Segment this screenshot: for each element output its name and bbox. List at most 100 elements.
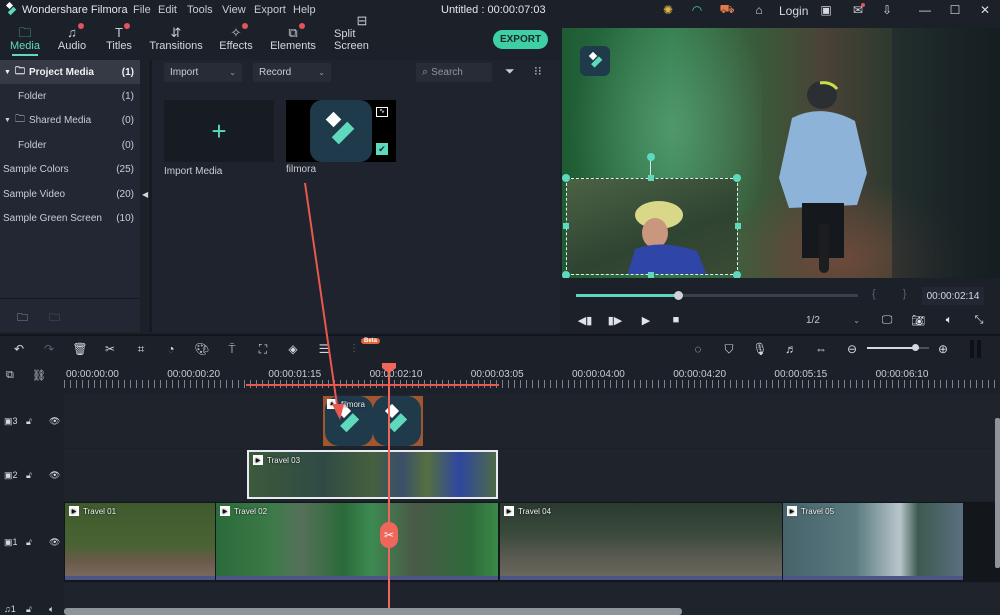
tab-audio[interactable]: ♫ Audio [56, 22, 88, 52]
mark-in-out-buttons[interactable]: { } [872, 288, 918, 300]
fit-timeline-icon[interactable]: ⇔ [812, 340, 830, 358]
sidebar-item-sample-colors[interactable]: Sample Colors (25) [0, 157, 140, 181]
link-icon[interactable]: ⛓ [32, 369, 46, 382]
save-icon[interactable]: ▣ [818, 2, 834, 18]
undo-icon[interactable]: ↶ [10, 340, 28, 358]
pip-overlay-selection[interactable] [566, 178, 738, 275]
maximize-button[interactable]: ☐ [947, 2, 963, 18]
playhead-line[interactable] [388, 372, 390, 615]
tab-media[interactable]: 🗀 Media [8, 22, 42, 56]
color-palette-icon[interactable]: 🎨︎ [193, 340, 211, 358]
marker-icon[interactable]: ⛉ [720, 340, 738, 358]
clip-travel-04[interactable]: ▶ Travel 04 [500, 503, 782, 580]
minimize-button[interactable]: — [917, 2, 933, 18]
clip-travel-05[interactable]: ▶ Travel 05 [783, 503, 963, 580]
tab-elements[interactable]: ⧉ Elements [270, 22, 316, 52]
tab-split-screen[interactable]: ⊟ Split Screen [334, 14, 390, 53]
snapshot-camera-icon[interactable]: 📷︎ [910, 312, 926, 328]
lock-icon[interactable]: 🔓︎ [26, 416, 32, 427]
gift-icon[interactable]: ⌂ [751, 2, 767, 18]
add-track-icon[interactable]: ⧉ [6, 369, 14, 382]
next-frame-button[interactable]: ▮▶ [607, 312, 623, 328]
lock-icon[interactable]: 🔓︎ [26, 537, 32, 548]
sidebar-item-sample-green-screen[interactable]: Sample Green Screen (10) [0, 206, 140, 230]
sidebar-item-shared-media[interactable]: ▼ 🗀 Shared Media (0) [0, 108, 140, 132]
clip-filmora[interactable]: ▲ filmora [323, 396, 423, 446]
motion-tracking-icon[interactable]: ⛶ [254, 340, 272, 358]
tab-effects[interactable]: ✧ Effects [218, 22, 254, 52]
cut-icon[interactable]: ✂ [101, 340, 119, 358]
lock-icon[interactable]: 🔓︎ [26, 470, 32, 481]
keyframe-icon[interactable]: ◈ [284, 340, 302, 358]
sidebar-item-project-media[interactable]: ▼ 🗀 Project Media (1) [0, 60, 140, 84]
record-dropdown[interactable]: Record ⌄ [253, 63, 331, 82]
fullscreen-icon[interactable]: ⤡ [971, 312, 987, 328]
menu-file[interactable]: File [133, 4, 151, 16]
new-folder-icon[interactable]: 🗀 [17, 309, 28, 328]
menu-edit[interactable]: Edit [158, 4, 177, 16]
split-scissors-button[interactable]: ✂ [380, 522, 398, 548]
menu-view[interactable]: View [222, 4, 246, 16]
zoom-in-icon[interactable]: ⊕ [934, 340, 952, 358]
speed-icon[interactable]: ◔ [162, 340, 180, 358]
import-media-tile[interactable]: + [164, 100, 274, 162]
download-icon[interactable]: ⇩ [879, 2, 895, 18]
green-screen-icon[interactable]: ⍑ [223, 340, 241, 358]
import-dropdown[interactable]: Import ⌄ [164, 63, 242, 82]
cart-icon[interactable]: ⛟ [719, 2, 735, 18]
visibility-eye-icon[interactable]: 👁︎ [49, 537, 60, 548]
speaker-icon[interactable]: 🔈︎ [49, 604, 54, 615]
audio-mixer-icon[interactable]: ☰ [315, 340, 333, 358]
redo-icon[interactable]: ↷ [40, 340, 58, 358]
timeline-horizontal-scrollbar[interactable] [64, 608, 682, 615]
lock-icon[interactable]: 🔓︎ [26, 604, 32, 615]
stop-button[interactable]: ■ [668, 312, 684, 328]
delete-icon[interactable]: 🗑︎ [71, 340, 89, 358]
grid-view-icon[interactable]: ⁝⁝ [534, 64, 542, 78]
search-input[interactable]: ⌕ Search [416, 63, 492, 82]
display-settings-icon[interactable]: 🖵 [879, 312, 895, 328]
close-button[interactable]: ✕ [977, 2, 993, 18]
menu-tools[interactable]: Tools [187, 4, 213, 16]
sidebar-item-sample-video[interactable]: Sample Video (20) [0, 182, 140, 206]
resize-handle-tr[interactable] [733, 174, 741, 182]
voiceover-mic-icon[interactable]: 🎙︎ [751, 340, 769, 358]
timeline-vertical-scrollbar[interactable] [995, 418, 1000, 568]
visibility-eye-icon[interactable]: 👁︎ [49, 470, 60, 481]
media-tile-filmora[interactable]: ∿ ✔ [286, 100, 396, 162]
resize-handle-bl[interactable] [562, 271, 570, 278]
collapse-sidebar-icon[interactable]: ◀ [142, 190, 148, 199]
tab-titles[interactable]: T Titles [104, 22, 134, 52]
visibility-eye-icon[interactable]: 👁︎ [49, 416, 60, 427]
resize-handle-br[interactable] [733, 271, 741, 278]
previous-frame-button[interactable]: ◀▮ [577, 312, 593, 328]
timeline-zoom-handle[interactable] [912, 344, 919, 351]
resize-handle-r[interactable] [735, 223, 741, 229]
sidebar-item-folder[interactable]: Folder (1) [0, 84, 140, 108]
audio-ducking-icon[interactable]: ⫶ [345, 340, 363, 358]
lightbulb-icon[interactable]: ✺ [660, 2, 676, 18]
delete-folder-icon[interactable]: 🗀 [49, 309, 60, 328]
resize-handle-tl[interactable] [562, 174, 570, 182]
volume-icon[interactable]: 🔈︎ [941, 312, 957, 328]
track-video-3[interactable] [64, 394, 1000, 448]
render-preview-icon[interactable]: ◌ [689, 340, 707, 358]
clip-travel-02[interactable]: ▶ Travel 02 [216, 503, 498, 580]
preview-canvas[interactable] [562, 28, 1000, 278]
mail-icon[interactable]: ✉ [850, 2, 866, 18]
export-button[interactable]: EXPORT [493, 30, 548, 49]
play-button[interactable]: ▶ [638, 312, 654, 328]
playback-scrubber-handle[interactable] [673, 291, 683, 300]
preview-quality-dropdown[interactable]: 1/2 ⌄ [800, 311, 866, 329]
crop-icon[interactable]: ⌗ [132, 340, 150, 358]
track-video-2[interactable] [64, 449, 1000, 501]
audio-track-icon[interactable]: ♬ [782, 340, 800, 358]
rotate-handle[interactable] [647, 153, 655, 161]
resize-handle-l[interactable] [563, 223, 569, 229]
tab-transitions[interactable]: ⇵ Transitions [149, 22, 202, 53]
support-headset-icon[interactable]: ◠ [689, 2, 705, 18]
clip-travel-03[interactable]: ▶ Travel 03 [247, 450, 498, 499]
login-link[interactable]: Login [779, 4, 808, 18]
menu-help[interactable]: Help [293, 4, 316, 16]
sidebar-item-folder[interactable]: Folder (0) [0, 133, 140, 157]
